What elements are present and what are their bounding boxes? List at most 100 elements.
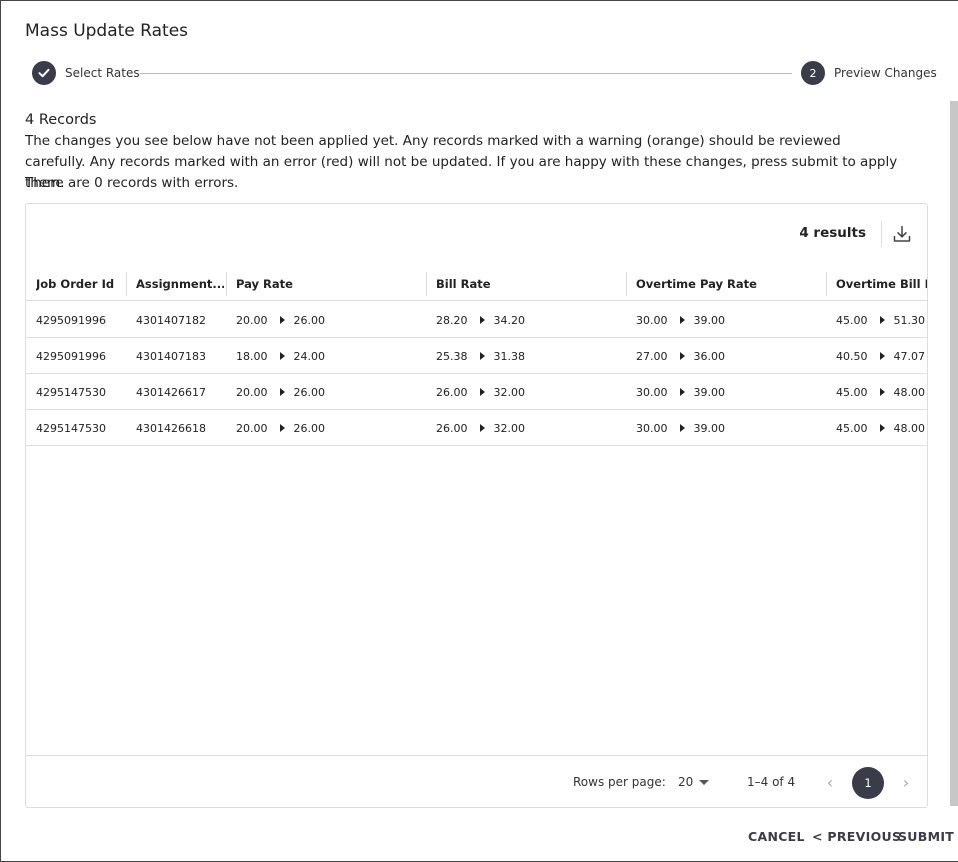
change-arrow-icon	[479, 388, 485, 396]
change-arrow-icon	[679, 424, 685, 432]
cell-bill-rate: 26.00 32.00	[436, 410, 525, 446]
new-value: 26.00	[293, 421, 326, 435]
change-arrow-icon	[679, 352, 685, 360]
table-row[interactable]: 4295091996 4301407183 18.00 24.00 25.38 31…	[26, 338, 927, 374]
cell-assignment: 4301426617	[136, 385, 206, 399]
previous-page-button[interactable]: ‹	[820, 771, 840, 793]
next-page-button[interactable]: ›	[896, 771, 916, 793]
new-value: 39.00	[693, 421, 726, 435]
grid-header: Job Order Id Assignment... Pay Rate Bill…	[26, 267, 927, 301]
old-value: 20.00	[236, 385, 268, 399]
column-header-job-order-id[interactable]: Job Order Id	[36, 267, 124, 301]
change-arrow-icon	[279, 424, 285, 432]
new-value: 31.38	[493, 349, 526, 363]
new-value: 32.00	[493, 385, 526, 399]
column-separator[interactable]	[426, 272, 427, 296]
new-value: 48.00	[893, 421, 926, 435]
change-arrow-icon	[479, 424, 485, 432]
cell-overtime-bill-rate: 45.00 51.30	[836, 302, 925, 338]
change-arrow-icon	[279, 316, 285, 324]
preview-grid: 4 results Job Order Id Assignment... Pay…	[25, 203, 928, 808]
column-header-pay-rate[interactable]: Pay Rate	[236, 267, 424, 301]
old-value: 26.00	[436, 421, 468, 435]
page-1-button[interactable]: 1	[852, 767, 884, 799]
pagination-range: 1–4 of 4	[747, 775, 796, 789]
errors-summary: There are 0 records with errors.	[25, 175, 239, 191]
rows-per-page-label: Rows per page:	[573, 775, 666, 789]
old-value: 27.00	[636, 349, 668, 363]
column-separator[interactable]	[126, 272, 127, 296]
new-value: 26.00	[293, 313, 326, 327]
column-separator[interactable]	[826, 272, 827, 296]
cell-assignment: 4301407183	[136, 349, 206, 363]
column-separator[interactable]	[626, 272, 627, 296]
old-value: 30.00	[636, 385, 668, 399]
old-value: 20.00	[236, 421, 268, 435]
new-value: 24.00	[293, 349, 326, 363]
cell-bill-rate: 26.00 32.00	[436, 374, 525, 410]
change-arrow-icon	[479, 316, 485, 324]
cell-job-order-id: 4295091996	[36, 349, 106, 363]
cell-overtime-bill-rate: 45.00 48.00	[836, 410, 925, 446]
cell-overtime-bill-rate: 45.00 48.00	[836, 374, 925, 410]
column-header-overtime-bill-rate[interactable]: Overtime Bill Ra	[836, 267, 927, 301]
old-value: 30.00	[636, 421, 668, 435]
step-label: Preview Changes	[834, 66, 937, 80]
previous-button[interactable]: < PREVIOUS	[812, 829, 901, 844]
change-arrow-icon	[879, 424, 885, 432]
cell-job-order-id: 4295091996	[36, 313, 106, 327]
change-arrow-icon	[679, 316, 685, 324]
chevron-down-icon[interactable]	[699, 780, 709, 785]
cell-assignment: 4301407182	[136, 313, 206, 327]
cell-bill-rate: 28.20 34.20	[436, 302, 525, 338]
toolbar-divider	[881, 221, 882, 247]
column-header-overtime-pay-rate[interactable]: Overtime Pay Rate	[636, 267, 824, 301]
table-row[interactable]: 4295147530 4301426618 20.00 26.00 26.00 32…	[26, 410, 927, 446]
cell-job-order-id: 4295147530	[36, 385, 106, 399]
column-header-bill-rate[interactable]: Bill Rate	[436, 267, 624, 301]
cell-overtime-pay-rate: 30.00 39.00	[636, 374, 725, 410]
new-value: 26.00	[293, 385, 326, 399]
change-arrow-icon	[279, 388, 285, 396]
cell-overtime-pay-rate: 30.00 39.00	[636, 410, 725, 446]
table-row[interactable]: 4295147530 4301426617 20.00 26.00 26.00 32…	[26, 374, 927, 410]
stepper-connector	[140, 73, 792, 74]
results-count: 4 results	[799, 225, 866, 241]
old-value: 28.20	[436, 313, 468, 327]
change-arrow-icon	[879, 352, 885, 360]
old-value: 25.38	[436, 349, 468, 363]
cell-bill-rate: 25.38 31.38	[436, 338, 525, 374]
column-header-assignment[interactable]: Assignment...	[136, 267, 224, 301]
change-arrow-icon	[879, 388, 885, 396]
old-value: 40.50	[836, 349, 868, 363]
new-value: 34.20	[493, 313, 526, 327]
dialog-title: Mass Update Rates	[25, 21, 189, 41]
new-value: 39.00	[693, 385, 726, 399]
change-arrow-icon	[479, 352, 485, 360]
cell-overtime-bill-rate: 40.50 47.07	[836, 338, 925, 374]
check-icon	[38, 68, 50, 78]
new-value: 36.00	[693, 349, 726, 363]
vertical-scrollbar[interactable]	[950, 101, 958, 806]
step-complete-circle	[32, 61, 56, 85]
download-button[interactable]	[890, 222, 914, 246]
old-value: 45.00	[836, 421, 868, 435]
cell-overtime-pay-rate: 30.00 39.00	[636, 302, 725, 338]
new-value: 32.00	[493, 421, 526, 435]
table-row[interactable]: 4295091996 4301407182 20.00 26.00 28.20 34…	[26, 302, 927, 338]
cell-job-order-id: 4295147530	[36, 421, 106, 435]
column-separator[interactable]	[226, 272, 227, 296]
old-value: 18.00	[236, 349, 268, 363]
rows-per-page-select[interactable]: 20	[678, 775, 693, 789]
download-icon	[893, 225, 911, 242]
cell-assignment: 4301426618	[136, 421, 206, 435]
submit-button[interactable]: SUBMIT	[898, 829, 954, 844]
cancel-button[interactable]: CANCEL	[748, 829, 805, 844]
old-value: 20.00	[236, 313, 268, 327]
old-value: 26.00	[436, 385, 468, 399]
cell-overtime-pay-rate: 27.00 36.00	[636, 338, 725, 374]
cell-pay-rate: 20.00 26.00	[236, 374, 325, 410]
step-select-rates: Select Rates	[32, 61, 140, 85]
mass-update-dialog: Mass Update Rates Select Rates 2 Preview…	[0, 0, 958, 862]
cell-pay-rate: 20.00 26.00	[236, 410, 325, 446]
